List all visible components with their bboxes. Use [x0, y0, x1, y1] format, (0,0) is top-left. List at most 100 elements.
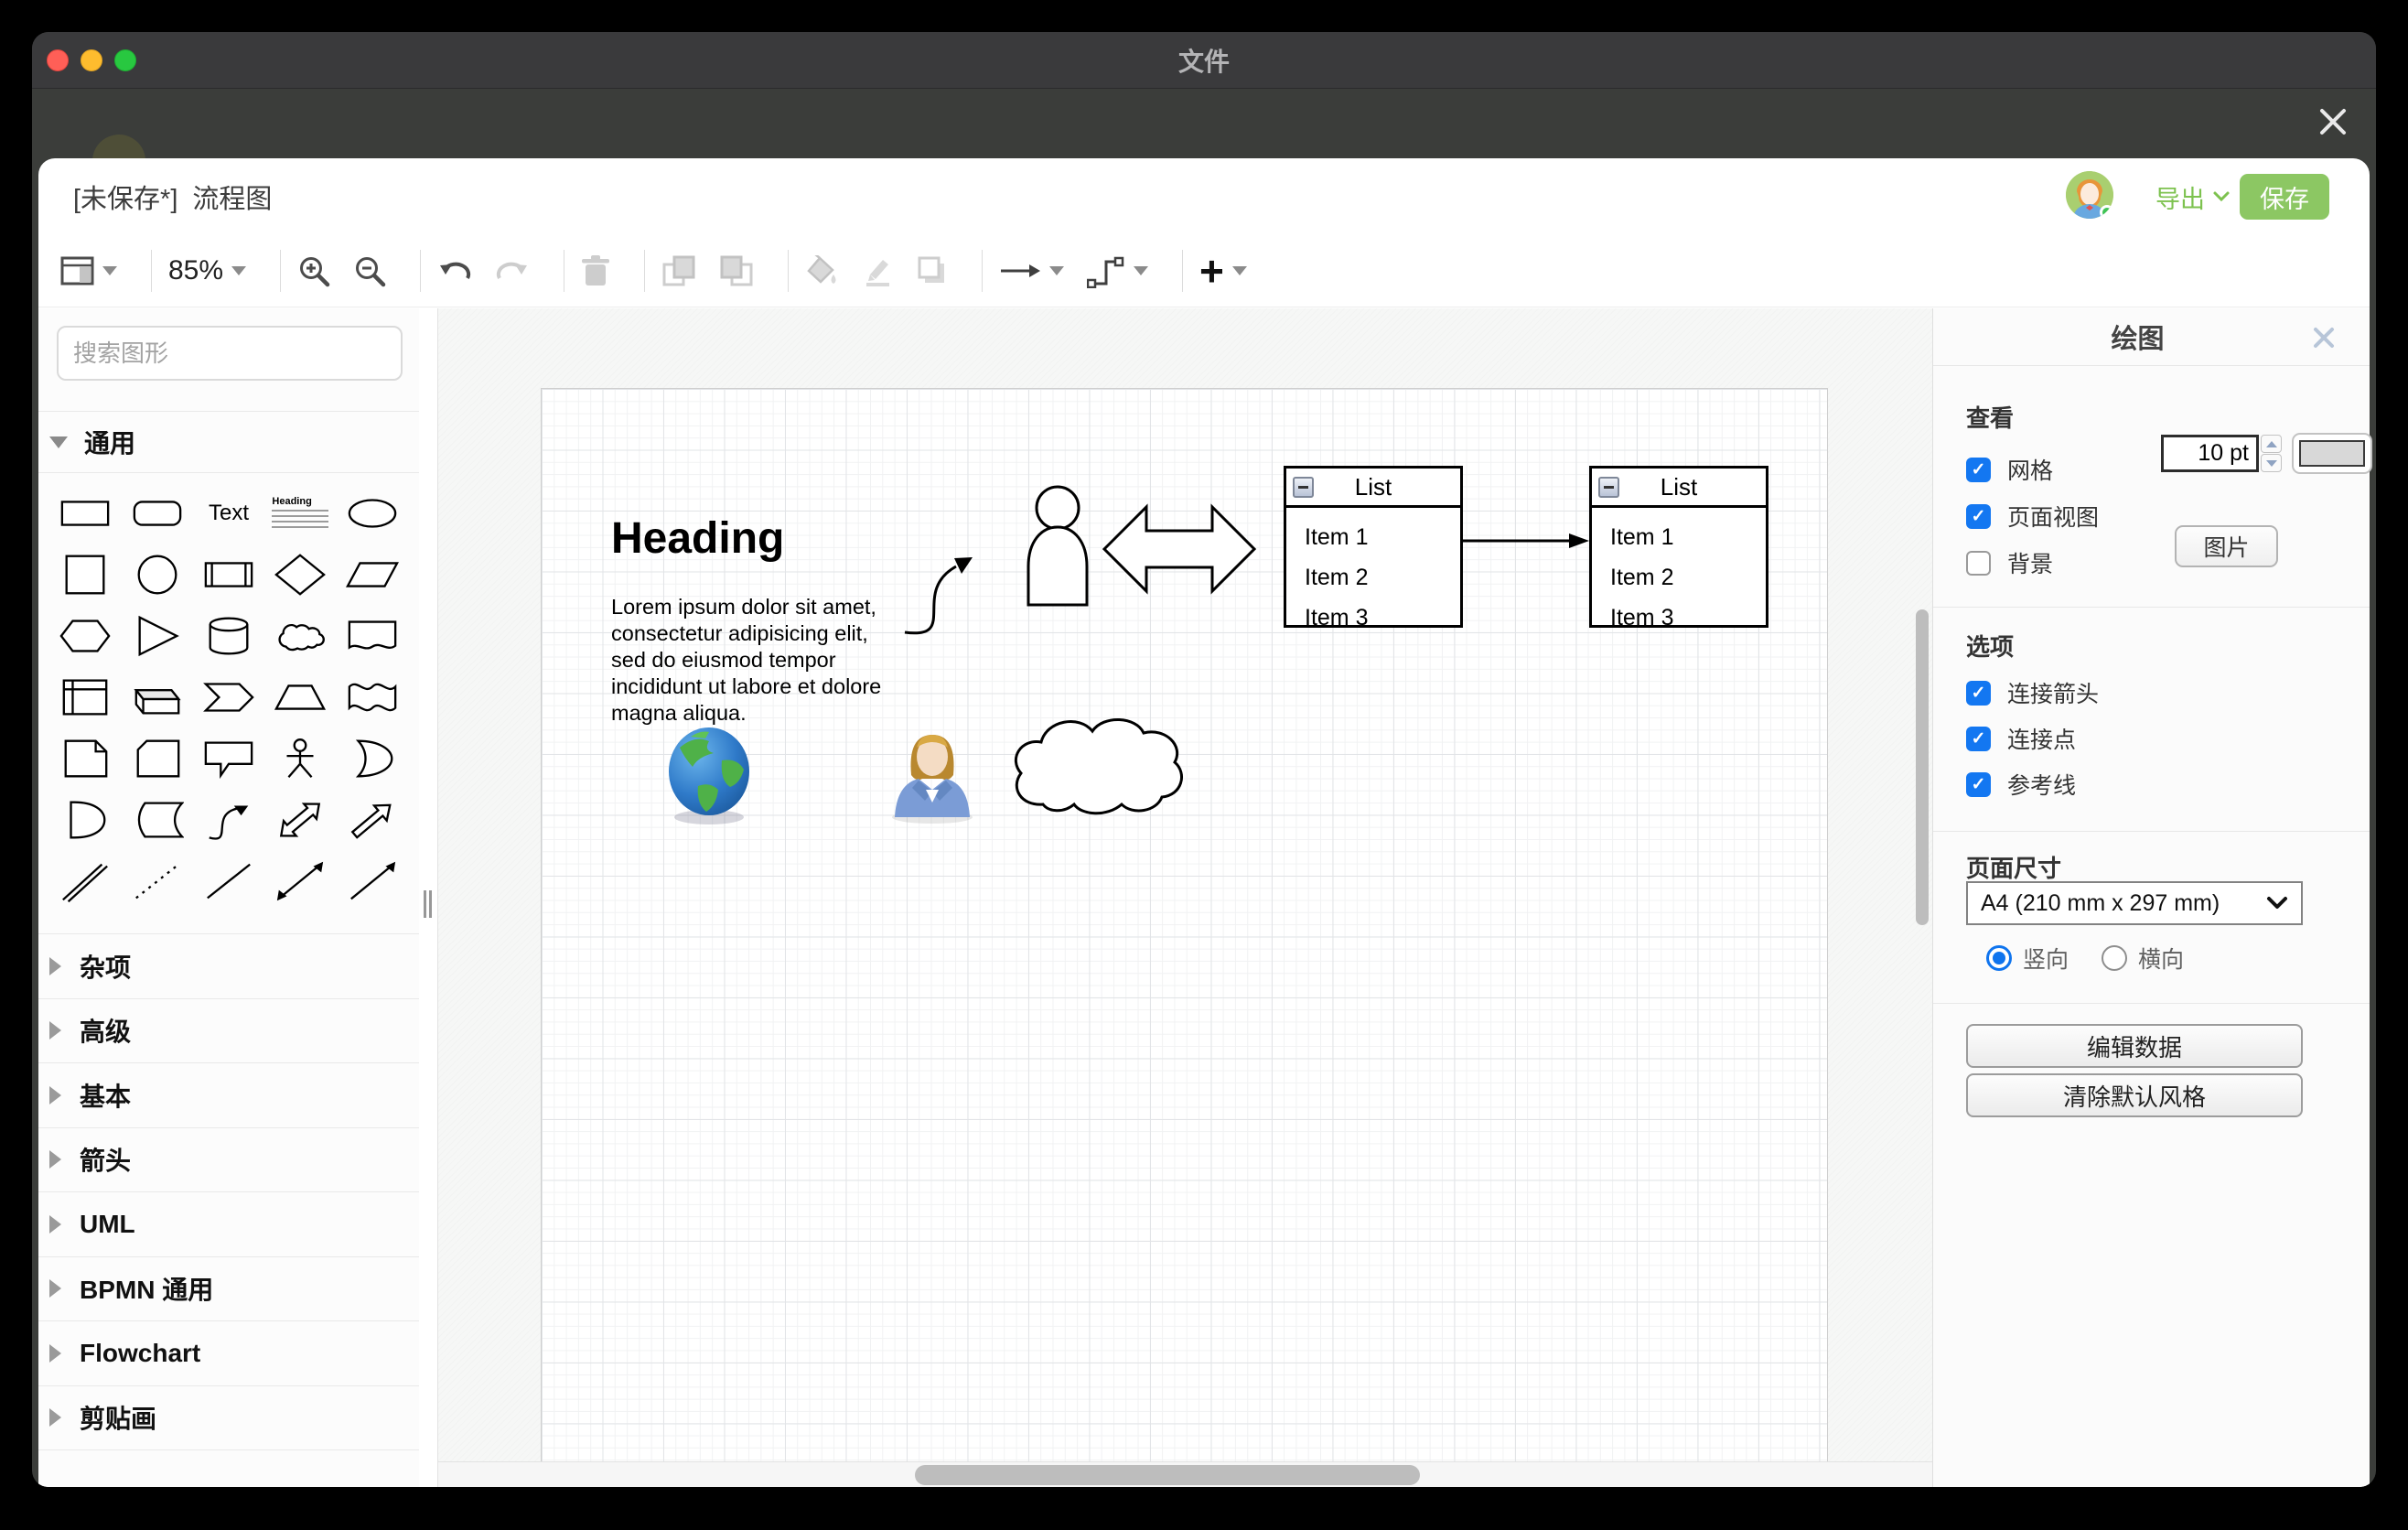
guides-checkbox[interactable]: ✓: [1966, 772, 1991, 797]
shape-rounded-rectangle[interactable]: [121, 482, 192, 544]
view-panel-toggle-button[interactable]: [60, 256, 117, 286]
stepper-down-button[interactable]: [2261, 454, 2282, 472]
sidebar-category-bpmn-general[interactable]: BPMN 通用: [38, 1256, 419, 1321]
insert-button[interactable]: +: [1199, 253, 1247, 289]
zoom-traffic-light[interactable]: [114, 49, 136, 71]
shape-and[interactable]: [49, 789, 121, 850]
shape-text[interactable]: Text: [193, 482, 264, 544]
shadow-button[interactable]: [917, 255, 948, 286]
shape-bidirectional-arrow[interactable]: [264, 789, 336, 850]
sidebar-category-arrows[interactable]: 箭头: [38, 1127, 419, 1192]
list-item[interactable]: Item 1: [1305, 517, 1460, 557]
close-traffic-light[interactable]: [47, 49, 69, 71]
shape-textbox[interactable]: Heading: [264, 482, 336, 544]
image-button[interactable]: 图片: [2175, 525, 2278, 567]
list-item[interactable]: Item 3: [1305, 598, 1460, 638]
connection-points-checkbox[interactable]: ✓: [1966, 727, 1991, 751]
canvas-list-2[interactable]: List Item 1 Item 2 Item 3: [1589, 466, 1768, 628]
grid-size-input[interactable]: [2161, 435, 2259, 472]
sidebar-category-clipart[interactable]: 剪贴画: [38, 1385, 419, 1450]
grid-color-swatch[interactable]: [2292, 433, 2372, 474]
zoom-in-button[interactable]: [297, 254, 330, 287]
canvas-curve-connector[interactable]: [901, 544, 993, 640]
grid-size-stepper[interactable]: [2261, 435, 2282, 472]
redo-button[interactable]: [495, 256, 530, 286]
sidebar-category-uml[interactable]: UML: [38, 1191, 419, 1256]
export-button[interactable]: 导出: [2155, 158, 2231, 235]
sidebar-category-basic[interactable]: 基本: [38, 1062, 419, 1127]
shape-note[interactable]: [49, 727, 121, 789]
shape-data-storage[interactable]: [121, 789, 192, 850]
shape-square[interactable]: [49, 544, 121, 605]
canvas-heading-text[interactable]: Heading: [611, 513, 784, 564]
shape-card[interactable]: [121, 727, 192, 789]
zoom-level-dropdown[interactable]: 85%: [168, 255, 246, 286]
save-button[interactable]: 保存: [2240, 174, 2329, 220]
edit-data-button[interactable]: 编辑数据: [1966, 1024, 2303, 1068]
sidebar-section-general[interactable]: 通用: [38, 411, 419, 473]
to-back-button[interactable]: [719, 254, 754, 287]
shape-arrow-shape[interactable]: [337, 789, 408, 850]
shape-process[interactable]: [193, 544, 264, 605]
clear-default-style-button[interactable]: 清除默认风格: [1966, 1073, 2303, 1117]
waypoint-style-button[interactable]: [1087, 253, 1148, 288]
shape-link[interactable]: [49, 850, 121, 911]
shape-circle[interactable]: [121, 544, 192, 605]
canvas-actor-shape[interactable]: [1023, 484, 1092, 607]
close-icon[interactable]: [2316, 104, 2350, 139]
background-checkbox[interactable]: [1966, 551, 1991, 576]
canvas-cloud-shape[interactable]: [1003, 702, 1186, 832]
connection-arrow-button[interactable]: [999, 262, 1064, 280]
canvas-list-1[interactable]: List Item 1 Item 2 Item 3: [1284, 466, 1463, 628]
shape-tape[interactable]: [337, 666, 408, 727]
list-item[interactable]: Item 2: [1305, 557, 1460, 598]
canvas-globe-image[interactable]: [665, 724, 753, 826]
shape-actor[interactable]: [264, 727, 336, 789]
vertical-scrollbar-thumb[interactable]: [1916, 609, 1929, 925]
shape-cloud[interactable]: [264, 605, 336, 666]
panel-close-icon[interactable]: [2309, 323, 2338, 352]
shape-rectangle[interactable]: [49, 482, 121, 544]
sidebar-category-advanced[interactable]: 高级: [38, 998, 419, 1063]
sidebar-category-misc[interactable]: 杂项: [38, 933, 419, 998]
line-color-button[interactable]: [861, 254, 894, 287]
user-avatar[interactable]: [2066, 171, 2113, 219]
diagram-canvas[interactable]: Heading Lorem ipsum dolor sit amet, cons…: [438, 308, 1932, 1487]
collapse-icon[interactable]: [1293, 477, 1314, 498]
undo-button[interactable]: [437, 256, 472, 286]
list-item[interactable]: Item 3: [1610, 598, 1766, 638]
shape-internal-storage[interactable]: [49, 666, 121, 727]
canvas-double-arrow-shape[interactable]: [1101, 489, 1258, 609]
portrait-radio[interactable]: [1986, 945, 2012, 971]
canvas-list-connector[interactable]: [1463, 530, 1591, 552]
shape-cube[interactable]: [121, 666, 192, 727]
zoom-out-button[interactable]: [353, 254, 386, 287]
horizontal-scrollbar-thumb[interactable]: [915, 1465, 1420, 1485]
shape-triangle[interactable]: [121, 605, 192, 666]
landscape-radio[interactable]: [2102, 945, 2127, 971]
to-front-button[interactable]: [661, 254, 696, 287]
minimize-traffic-light[interactable]: [81, 49, 102, 71]
sidebar-category-flowchart[interactable]: Flowchart: [38, 1320, 419, 1385]
shape-cylinder[interactable]: [193, 605, 264, 666]
shape-ellipse[interactable]: [337, 482, 408, 544]
list-item[interactable]: Item 1: [1610, 517, 1766, 557]
search-input[interactable]: [59, 339, 394, 368]
grid-checkbox[interactable]: ✓: [1966, 458, 1991, 482]
shape-trapezoid[interactable]: [264, 666, 336, 727]
fill-color-button[interactable]: [805, 255, 838, 286]
horizontal-scrollbar-track[interactable]: [438, 1461, 1932, 1487]
shape-step[interactable]: [193, 666, 264, 727]
shape-callout[interactable]: [193, 727, 264, 789]
shape-parallelogram[interactable]: [337, 544, 408, 605]
canvas-woman-image[interactable]: [884, 720, 981, 824]
list-item[interactable]: Item 2: [1610, 557, 1766, 598]
shape-curve[interactable]: [193, 789, 264, 850]
canvas-paragraph-text[interactable]: Lorem ipsum dolor sit amet, consectetur …: [611, 594, 900, 727]
shape-document[interactable]: [337, 605, 408, 666]
sidebar-resize-handle[interactable]: [424, 890, 434, 918]
shape-bidirectional-line[interactable]: [264, 850, 336, 911]
shape-hexagon[interactable]: [49, 605, 121, 666]
shape-diamond[interactable]: [264, 544, 336, 605]
shape-directional-line[interactable]: [337, 850, 408, 911]
